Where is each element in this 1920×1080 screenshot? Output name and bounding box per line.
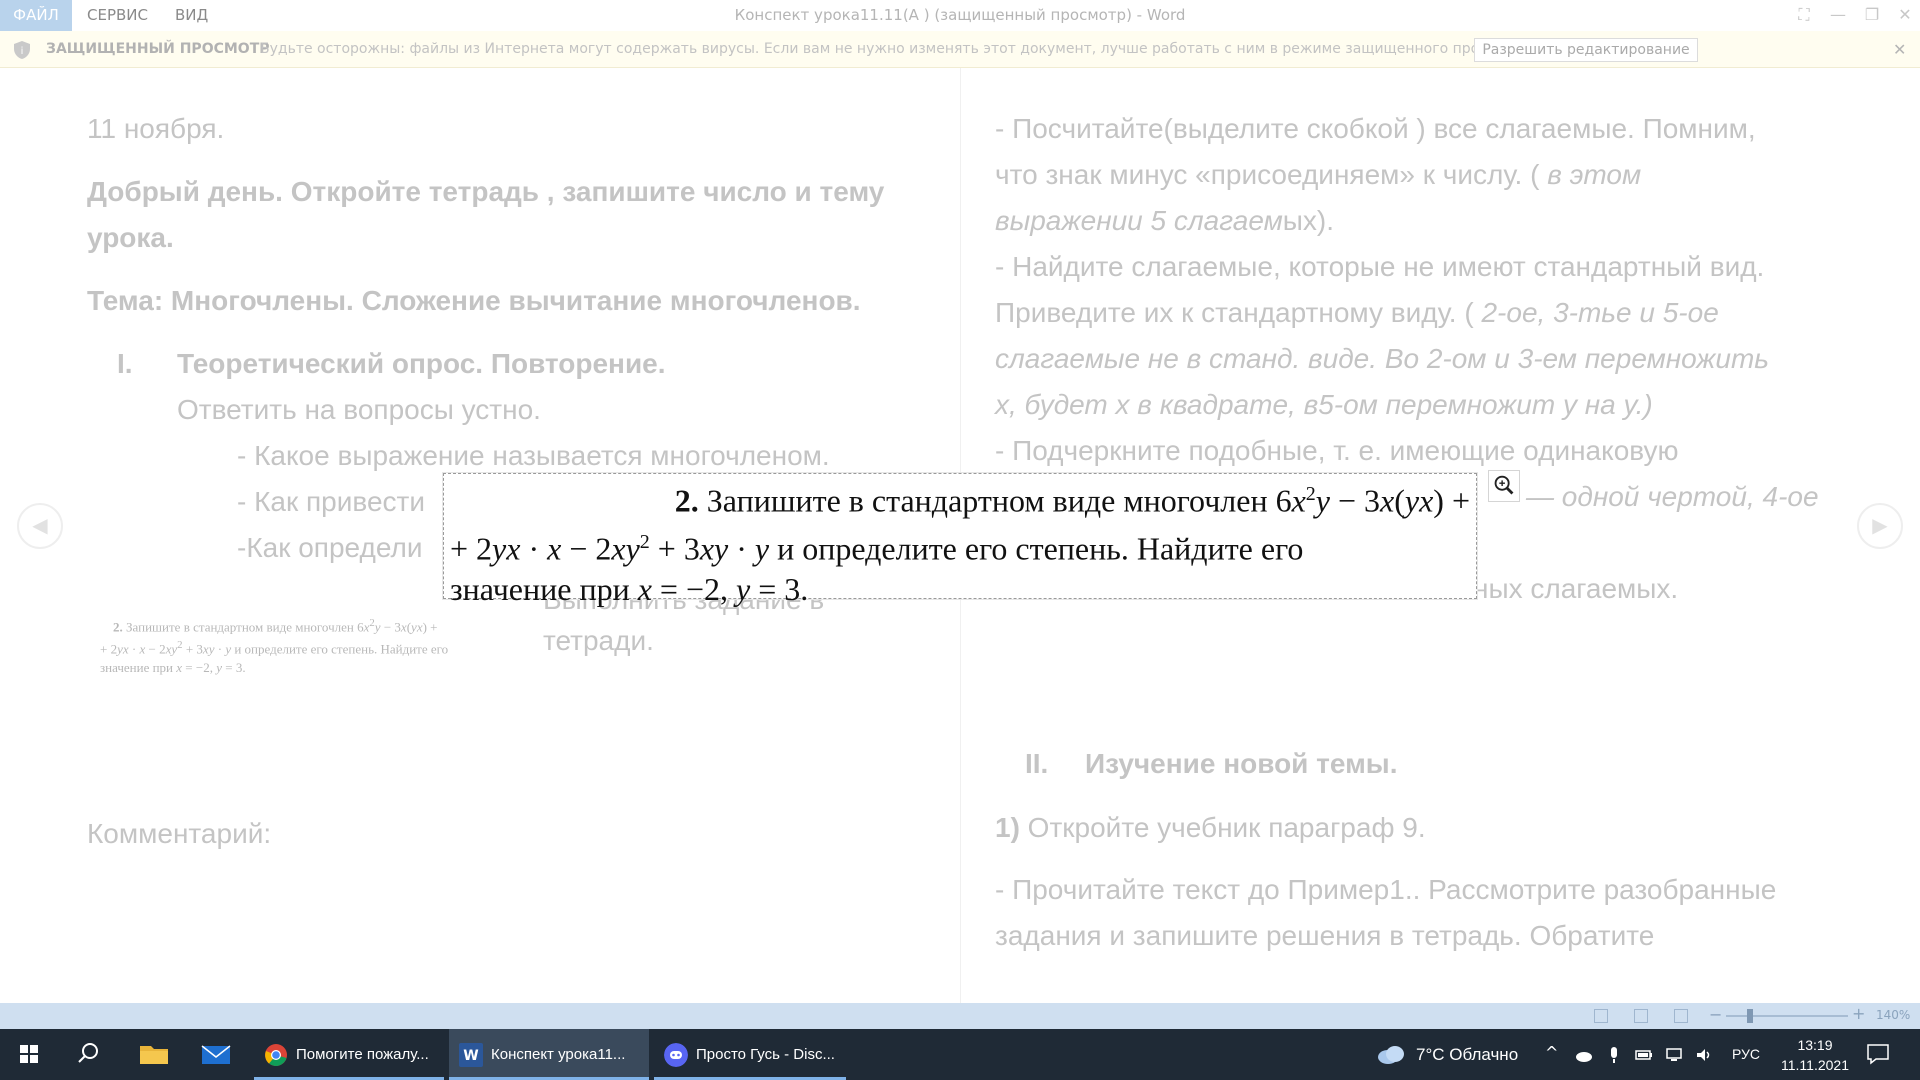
protected-view-bar: i ЗАЩИЩЕННЫЙ ПРОСМОТР Будьте осторожны: …	[0, 31, 1920, 68]
right-para-2-line-4: х, будет х в квадрате, в5-ом перемножит …	[995, 389, 1653, 420]
section-2-number: II.	[1025, 748, 1049, 779]
reading-instruction-line-1: - Прочитайте текст до Пример1.. Рассмотр…	[995, 874, 1777, 905]
web-layout-icon[interactable]	[1674, 1009, 1688, 1023]
restore-icon[interactable]: ❐	[1855, 0, 1889, 31]
word-icon: W	[459, 1043, 483, 1067]
right-para-2-line-2: Приведите их к стандартному виду. ( 2-ое…	[995, 297, 1719, 328]
zoomed-task-image[interactable]: 2. Запишите в стандартном виде многочлен…	[443, 473, 1477, 607]
zoom-out-icon[interactable]: −	[1709, 1005, 1722, 1024]
greeting-line-1: Добрый день. Откройте тетрадь , запишите…	[87, 176, 885, 207]
reading-instruction-line-2: задания и запишите решения в тетрадь. Об…	[995, 920, 1655, 951]
microphone-icon[interactable]	[1605, 1046, 1623, 1064]
windows-start-icon[interactable]	[0, 1029, 58, 1080]
taskbar-app-label: Просто Гусь - Disc...	[696, 1046, 835, 1063]
search-icon[interactable]	[62, 1029, 114, 1080]
taskbar-app-label: Помогите пожалу...	[296, 1046, 429, 1063]
close-icon[interactable]: ✕	[1893, 31, 1906, 68]
tab-file[interactable]: ФАЙЛ	[0, 0, 72, 31]
zoom-slider-thumb[interactable]	[1747, 1009, 1754, 1023]
section-1-number: I.	[117, 348, 133, 379]
zoomed-line-1: 2. Запишите в стандартном виде многочлен…	[674, 482, 1470, 519]
zoomed-line-2: + 2yx · x − 2xy2 + 3xy · y и определите …	[450, 530, 1304, 567]
zoom-in-icon[interactable]: +	[1852, 1004, 1865, 1023]
right-para-3-line-2: — одной чертой, 4-ое	[1526, 481, 1819, 512]
language-indicator[interactable]: РУС	[1732, 1029, 1760, 1080]
print-layout-icon[interactable]	[1634, 1009, 1648, 1023]
question-2: - Как привести	[237, 486, 425, 517]
taskbar-app-word[interactable]: W Конспект урока11...	[449, 1029, 649, 1080]
protected-view-message: Будьте осторожны: файлы из Интернета мог…	[260, 41, 1537, 57]
oral-instruction: Ответить на вопросы устно.	[177, 394, 541, 425]
svg-text:i: i	[21, 46, 24, 57]
right-para-3-line-1: - Подчеркните подобные, т. е. имеющие од…	[995, 435, 1679, 466]
taskbar-app-chrome[interactable]: Помогите пожалу...	[254, 1029, 444, 1080]
right-para-3-line-4: ных слагаемых.	[1473, 573, 1679, 604]
cloud-icon	[1378, 1046, 1404, 1064]
tab-view[interactable]: ВИД	[175, 0, 208, 31]
close-icon[interactable]: ✕	[1888, 0, 1920, 31]
right-para-2-line-3: слагаемые не в станд. виде. Во 2-ом и 3-…	[995, 343, 1770, 374]
task-instruction-2: тетради.	[543, 625, 654, 656]
shield-icon: i	[14, 41, 30, 59]
notifications-icon[interactable]	[1866, 1043, 1890, 1065]
network-icon[interactable]	[1665, 1046, 1683, 1064]
title-bar: ФАЙЛ СЕРВИС ВИД Конспект урока11.11(А ) …	[0, 0, 1920, 31]
tab-service[interactable]: СЕРВИС	[87, 0, 148, 31]
greeting-line-2: урока.	[87, 222, 174, 253]
svg-text:W: W	[463, 1048, 478, 1064]
section-2-title: Изучение новой темы.	[1085, 748, 1398, 779]
zoomed-line-3: значение при x = −2, y = 3.	[450, 571, 809, 608]
taskbar: Помогите пожалу... W Конспект урока11...…	[0, 1029, 1920, 1080]
enable-editing-button[interactable]: Разрешить редактирование	[1474, 38, 1698, 62]
clock-time: 13:19	[1797, 1037, 1833, 1053]
textbook-instruction: 1) Откройте учебник параграф 9.	[995, 812, 1426, 843]
right-para-1-line-2: что знак минус «присоединяем» к числу. (…	[995, 159, 1642, 190]
file-explorer-icon[interactable]	[124, 1029, 184, 1080]
mail-icon[interactable]	[186, 1029, 246, 1080]
minimize-icon[interactable]: —	[1821, 0, 1855, 31]
fullscreen-icon[interactable]: ⛶	[1787, 0, 1821, 31]
taskbar-app-label: Конспект урока11...	[491, 1046, 626, 1063]
discord-icon	[664, 1043, 688, 1067]
question-3: -Как определи	[237, 532, 423, 563]
clock[interactable]: 13:19 11.11.2021	[1770, 1035, 1860, 1075]
onedrive-cloud-icon[interactable]	[1575, 1046, 1593, 1064]
taskbar-app-discord[interactable]: Просто Гусь - Disc...	[654, 1029, 846, 1080]
zoom-magnifier-icon[interactable]	[1488, 470, 1520, 502]
section-1-title: Теоретический опрос. Повторение.	[177, 348, 666, 379]
status-bar: − + 140%	[0, 1003, 1920, 1029]
zoom-level[interactable]: 140%	[1876, 1008, 1910, 1022]
clock-date: 11.11.2021	[1781, 1057, 1849, 1073]
zoom-slider[interactable]	[1726, 1015, 1848, 1017]
topic-heading: Тема: Многочлены. Сложение вычитание мно…	[87, 285, 861, 316]
read-mode-icon[interactable]	[1594, 1009, 1608, 1023]
right-para-1-line-3: выражении 5 слагаемых).	[995, 205, 1334, 236]
window-title: Конспект урока11.11(А ) (защищенный прос…	[734, 6, 1186, 24]
right-para-1-line-1: - Посчитайте(выделите скобкой ) все слаг…	[995, 113, 1756, 144]
prev-page-arrow-icon[interactable]: ◀	[17, 503, 63, 549]
battery-icon[interactable]	[1635, 1046, 1653, 1064]
comment-label: Комментарий:	[87, 818, 272, 849]
right-para-2-line-1: - Найдите слагаемые, которые не имеют ст…	[995, 251, 1765, 282]
next-page-arrow-icon[interactable]: ▶	[1857, 503, 1903, 549]
weather-text: 7°C Облачно	[1416, 1045, 1519, 1064]
protected-view-label: ЗАЩИЩЕННЫЙ ПРОСМОТР	[46, 41, 270, 57]
task-image-thumbnail[interactable]: 2. Запишите в стандартном виде многочлен…	[100, 614, 545, 676]
date-text: 11 ноября.	[87, 113, 225, 144]
chevron-up-icon[interactable]: ^	[1545, 1043, 1563, 1062]
chrome-icon	[265, 1044, 287, 1066]
volume-icon[interactable]	[1695, 1046, 1713, 1064]
